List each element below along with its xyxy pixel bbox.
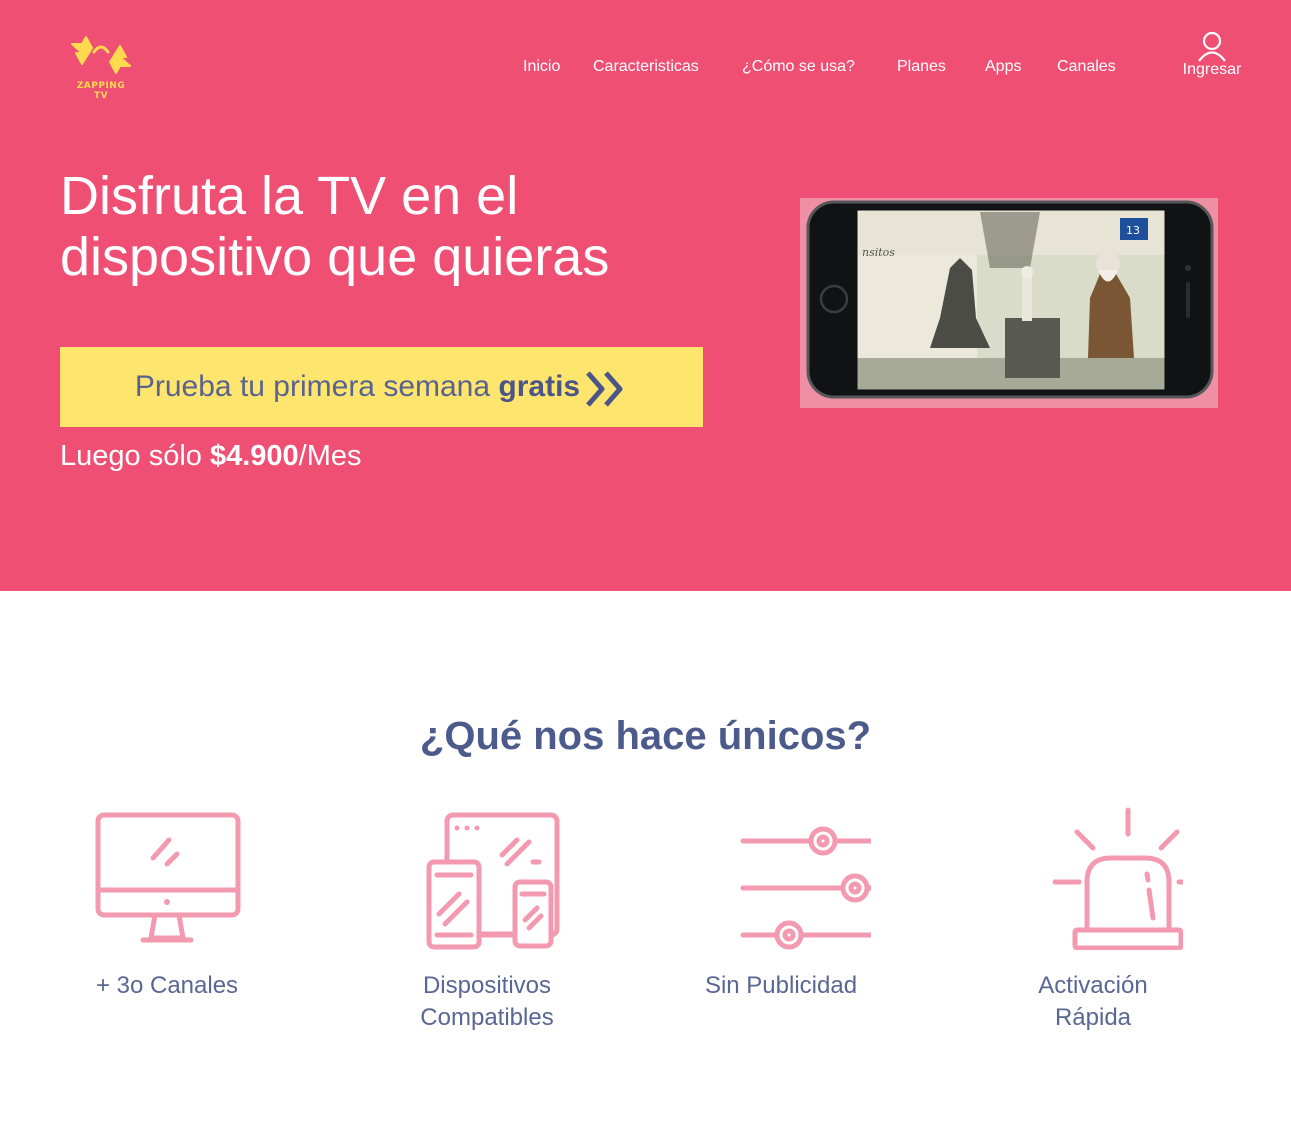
free-trial-button[interactable]: Prueba tu primera semana gratis (60, 347, 703, 427)
hero-title-line1: Disfruta la TV en el (60, 166, 519, 226)
feature-activation-line1: Activación (1038, 972, 1148, 999)
login-label: Ingresar (1182, 61, 1242, 78)
phone-image: 13 nsitos (800, 198, 1218, 408)
feature-channels-label: + 3o Canales (37, 970, 297, 1002)
feature-activation-label: Activación Rápida (963, 970, 1223, 1034)
feature-channels-line1: + 3o Canales (95, 972, 239, 999)
hero-section: ZAPPING TV Inicio Caracteristicas ¿Cómo … (0, 0, 1291, 591)
cta-label: Prueba tu primera semana (134, 370, 491, 403)
nav-item-caracteristicas[interactable]: Caracteristicas (593, 58, 699, 76)
nav-item-apps[interactable]: Apps (985, 58, 1021, 76)
monitor-icon (95, 812, 241, 943)
user-icon (1198, 31, 1226, 62)
price-value: $4.900 (209, 440, 299, 472)
feature-no-ads-label: Sin Publicidad (651, 970, 911, 1002)
feature-no-ads-line1: Sin Publicidad (704, 972, 858, 999)
feature-devices: Dispositivos Compatibles (357, 800, 617, 1031)
feature-devices-line1: Dispositivos (422, 972, 552, 999)
feature-devices-line2: Compatibles (420, 1004, 554, 1031)
feature-activation-line2: Rápida (1054, 1004, 1132, 1031)
nav-item-canales[interactable]: Canales (1057, 58, 1116, 76)
devices-icon (426, 812, 560, 950)
feature-no-ads: Sin Publicidad (651, 800, 911, 999)
feature-devices-label: Dispositivos Compatibles (357, 970, 617, 1034)
nav-item-como-se-usa[interactable]: ¿Cómo se usa? (742, 58, 855, 76)
sliders-icon (740, 826, 871, 950)
siren-icon (1052, 807, 1183, 950)
cta-text: Prueba tu primera semana gratis (135, 370, 580, 404)
price-suffix: /Mes (298, 440, 362, 472)
feature-activation: Activación Rápida (963, 800, 1223, 1031)
price-prefix: Luego sólo (60, 440, 202, 472)
logo-arrows-icon (71, 36, 131, 74)
features-title: ¿Qué nos hace únicos? (419, 714, 872, 758)
svg-text:nsitos: nsitos (862, 246, 895, 259)
phone-mockup: 13 nsitos (800, 198, 1218, 408)
hero-title: Disfruta la TV en el dispositivo que qui… (60, 166, 760, 288)
nav-item-planes[interactable]: Planes (897, 58, 946, 76)
hero-title-line2: dispositivo que quieras (60, 227, 610, 287)
brand-logo[interactable]: ZAPPING TV (68, 34, 134, 101)
svg-text:13: 13 (1126, 224, 1140, 237)
logo-text: ZAPPING TV (76, 81, 126, 101)
feature-channels: + 3o Canales (37, 800, 297, 999)
double-chevron-right-icon (586, 371, 623, 407)
nav-item-inicio[interactable]: Inicio (523, 58, 560, 76)
cta-bold-label: gratis (498, 370, 581, 403)
price-text: Luego sólo $4.900/Mes (60, 440, 362, 473)
login-button[interactable]: Ingresar (1176, 30, 1248, 82)
